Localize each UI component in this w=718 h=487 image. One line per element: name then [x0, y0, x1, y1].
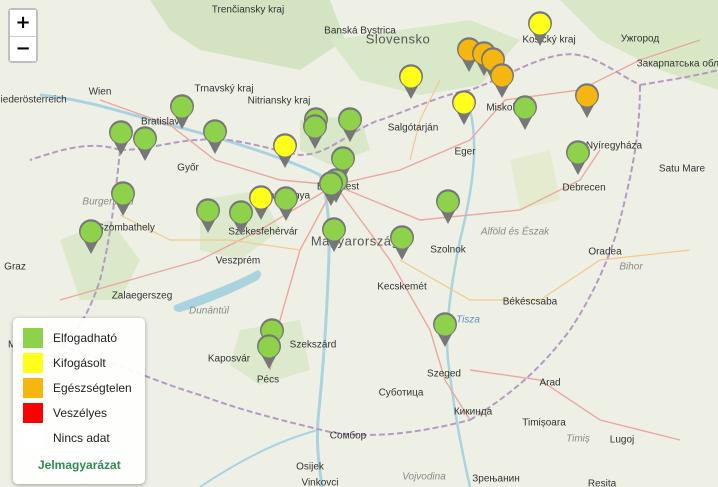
legend-panel: Elfogadható Kifogásolt Egészségtelen Ves… — [13, 318, 145, 484]
station-marker-good[interactable] — [78, 219, 104, 255]
legend-item-good: Elfogadható — [23, 328, 117, 348]
station-marker-good[interactable] — [273, 186, 299, 222]
station-marker-moderate[interactable] — [527, 11, 553, 47]
map-pin-icon — [575, 83, 599, 118]
station-marker-good[interactable] — [321, 217, 347, 253]
map-pin-icon — [133, 126, 157, 161]
legend-swatch — [23, 328, 43, 348]
legend-label: Veszélyes — [53, 406, 108, 420]
map-pin-icon — [274, 186, 298, 221]
station-marker-good[interactable] — [432, 312, 458, 348]
station-marker-moderate[interactable] — [398, 64, 424, 100]
map-pin-icon — [390, 225, 414, 260]
station-marker-good[interactable] — [302, 114, 328, 150]
air-quality-map[interactable]: Slovensko Magyarország Trenčiansky kraj Ban… — [0, 0, 718, 487]
map-pin-icon — [566, 140, 590, 175]
station-marker-good[interactable] — [565, 140, 591, 176]
map-pin-icon — [109, 120, 133, 155]
zoom-in-button[interactable]: + — [10, 10, 36, 36]
legend-item-nodata: Nincs adat — [23, 428, 110, 448]
map-pin-icon — [257, 334, 281, 369]
station-marker-moderate[interactable] — [451, 90, 477, 126]
legend-label: Elfogadható — [53, 331, 118, 345]
map-pin-icon — [170, 94, 194, 129]
zoom-control: + − — [8, 8, 38, 63]
map-pin-icon — [436, 189, 460, 224]
station-marker-good[interactable] — [256, 334, 282, 370]
legend-toggle-link[interactable]: Jelmagyarázat — [38, 458, 121, 472]
legend-label: Kifogásolt — [53, 356, 106, 370]
station-marker-unhealthy[interactable] — [574, 83, 600, 119]
station-marker-moderate[interactable] — [248, 185, 274, 221]
station-marker-unhealthy[interactable] — [489, 63, 515, 99]
station-marker-good[interactable] — [337, 107, 363, 143]
map-pin-icon — [249, 185, 273, 220]
station-marker-good[interactable] — [435, 189, 461, 225]
legend-item-moderate: Kifogásolt — [23, 353, 106, 373]
map-pin-icon — [528, 11, 552, 47]
zoom-out-button[interactable]: − — [10, 36, 36, 61]
legend-swatch — [23, 353, 43, 373]
map-pin-icon — [490, 63, 514, 98]
station-marker-good[interactable] — [195, 198, 221, 234]
station-marker-good[interactable] — [132, 126, 158, 162]
legend-swatch — [23, 378, 43, 398]
map-pin-icon — [513, 95, 537, 130]
map-pin-icon — [433, 312, 457, 347]
station-marker-good[interactable] — [169, 94, 195, 130]
legend-item-dangerous: Veszélyes — [23, 403, 107, 423]
map-pin-icon — [196, 198, 220, 233]
station-marker-good[interactable] — [110, 181, 136, 217]
legend-label: Egészségtelen — [53, 381, 132, 395]
map-pin-icon — [338, 107, 362, 142]
legend-swatch — [23, 403, 43, 423]
station-marker-good[interactable] — [512, 95, 538, 131]
map-pin-icon — [203, 119, 227, 154]
map-pin-icon — [111, 181, 135, 216]
station-marker-good[interactable] — [318, 171, 344, 207]
station-marker-good[interactable] — [108, 120, 134, 156]
map-pin-icon — [322, 217, 346, 252]
map-pin-icon — [79, 219, 103, 254]
station-marker-good[interactable] — [202, 119, 228, 155]
map-pin-icon — [399, 64, 423, 99]
station-marker-good[interactable] — [389, 225, 415, 261]
map-pin-icon — [303, 114, 327, 149]
legend-item-unhealthy: Egészségtelen — [23, 378, 132, 398]
map-pin-icon — [273, 133, 297, 168]
station-marker-moderate[interactable] — [272, 133, 298, 169]
legend-label: Nincs adat — [53, 431, 110, 445]
legend-swatch — [23, 428, 43, 448]
map-pin-icon — [452, 90, 476, 125]
map-pin-icon — [319, 171, 343, 206]
